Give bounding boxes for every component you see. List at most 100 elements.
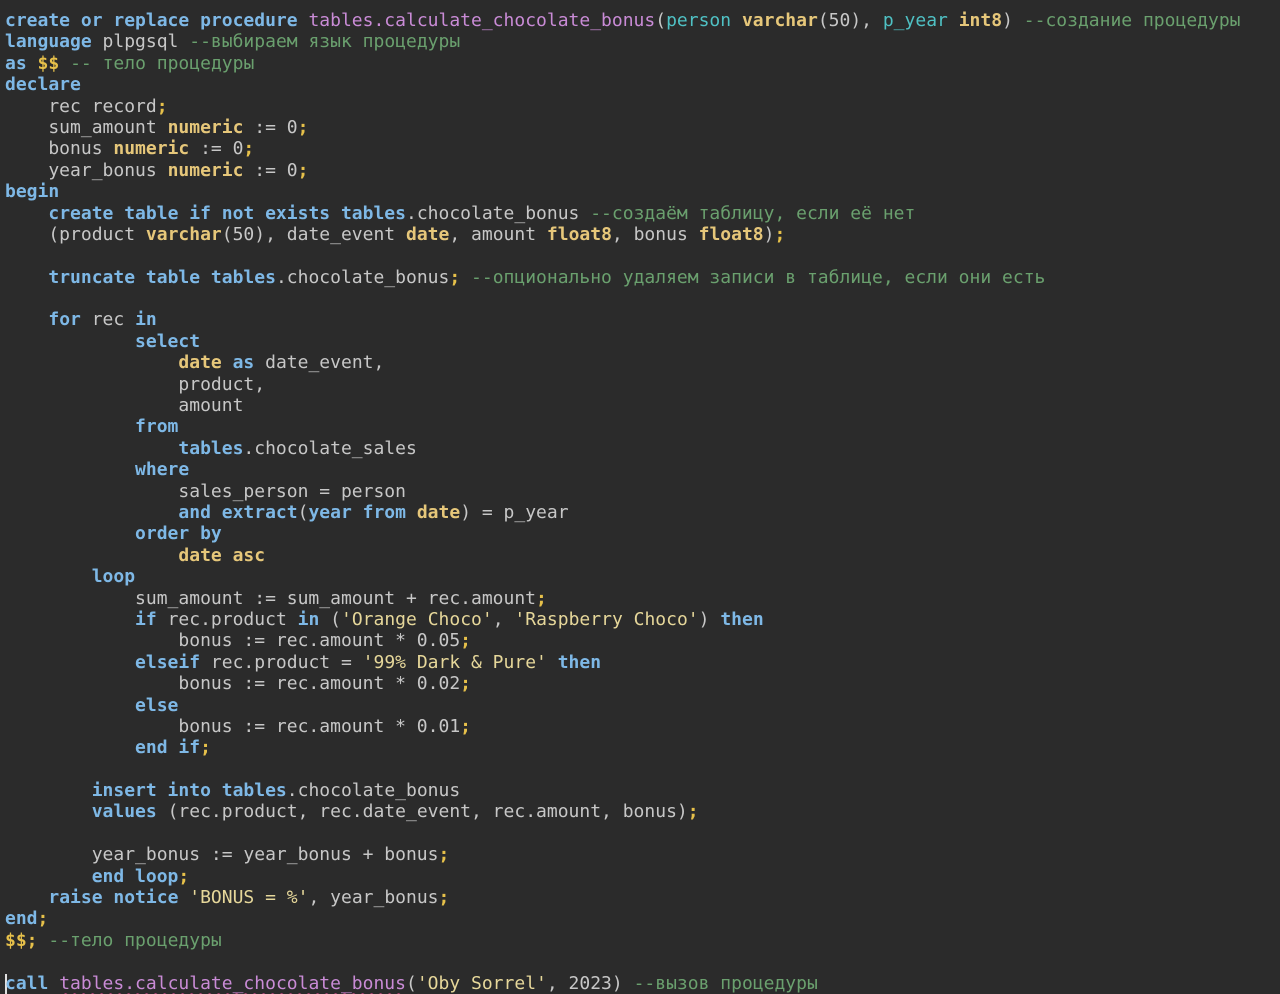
code-line[interactable]: and extract(year from date) = p_year <box>5 502 1280 523</box>
code-line[interactable]: bonus := rec.amount * 0.01; <box>5 716 1280 737</box>
code-line[interactable]: from <box>5 416 1280 437</box>
code-token: date_event, <box>254 352 385 374</box>
code-line[interactable]: where <box>5 459 1280 480</box>
code-line[interactable]: product, <box>5 374 1280 395</box>
code-line[interactable]: elseif rec.product = '99% Dark & Pure' t… <box>5 652 1280 673</box>
code-token: float8 <box>546 223 612 245</box>
code-line[interactable] <box>5 245 1280 266</box>
code-line[interactable]: as $$ -- тело процедуры <box>5 53 1280 74</box>
code-token: (product <box>5 223 146 245</box>
code-token: create table if not exists tables <box>48 202 406 224</box>
code-line[interactable]: create table if not exists tables.chocol… <box>5 203 1280 224</box>
code-line[interactable]: insert into tables.chocolate_bonus <box>5 780 1280 801</box>
code-token: ; <box>774 223 786 245</box>
code-token: rec.product = <box>200 651 363 673</box>
code-line[interactable]: values (rec.product, rec.date_event, rec… <box>5 801 1280 822</box>
code-line[interactable]: order by <box>5 523 1280 544</box>
code-token: .chocolate_bonus <box>405 202 591 224</box>
code-line[interactable]: (product varchar(50), date_event date, a… <box>5 224 1280 245</box>
code-line[interactable]: create or replace procedure tables.calcu… <box>5 10 1280 31</box>
code-token: end if <box>135 737 201 759</box>
code-line[interactable]: year_bonus numeric := 0; <box>5 160 1280 181</box>
code-line[interactable]: declare <box>5 74 1280 95</box>
code-token: 'Orange Choco' <box>341 608 493 630</box>
code-token: in <box>135 309 157 331</box>
code-line[interactable]: amount <box>5 395 1280 416</box>
code-line[interactable]: call tables.calculate_chocolate_bonus('O… <box>5 973 1280 994</box>
code-token: (50), date_event <box>221 223 406 245</box>
code-line[interactable]: $$; --тело процедуры <box>5 930 1280 951</box>
code-token: := 0 <box>243 159 298 181</box>
code-token: := 0 <box>189 138 244 160</box>
code-line[interactable] <box>5 951 1280 972</box>
code-line[interactable]: date as date_event, <box>5 352 1280 373</box>
code-token: truncate table tables <box>48 266 276 288</box>
code-token: .chocolate_sales <box>243 437 417 459</box>
code-line[interactable]: rec record; <box>5 96 1280 117</box>
code-token: ; <box>438 844 450 866</box>
code-editor[interactable]: create or replace procedure tables.calcu… <box>0 0 1280 994</box>
code-line[interactable]: sum_amount := sum_amount + rec.amount; <box>5 588 1280 609</box>
code-line[interactable]: date asc <box>5 545 1280 566</box>
code-token: and extract <box>178 501 298 523</box>
code-token: numeric <box>167 116 244 138</box>
code-token: ; <box>297 116 309 138</box>
code-line[interactable] <box>5 759 1280 780</box>
code-line[interactable]: begin <box>5 181 1280 202</box>
code-line[interactable]: truncate table tables.chocolate_bonus; -… <box>5 267 1280 288</box>
code-token: tables.calculate_chocolate_bonus <box>308 10 656 31</box>
code-token: .chocolate_bonus <box>275 266 450 288</box>
code-line[interactable]: end; <box>5 908 1280 929</box>
code-token: --тело процедуры <box>48 929 222 951</box>
code-line[interactable]: sales_person = person <box>5 481 1280 502</box>
code-token: rec.product <box>156 608 298 630</box>
code-token: declare <box>5 74 81 96</box>
code-token: amount <box>5 395 244 417</box>
code-line[interactable]: bonus := rec.amount * 0.02; <box>5 673 1280 694</box>
code-token: loop <box>91 566 136 588</box>
code-token: ; <box>460 715 471 737</box>
code-line[interactable] <box>5 823 1280 844</box>
code-token: '99% Dark & Pure' <box>362 651 547 673</box>
code-token: from <box>135 416 179 438</box>
code-token: values <box>91 801 157 823</box>
code-token: begin <box>5 181 60 203</box>
code-token: year_bonus := year_bonus + bonus <box>5 844 439 866</box>
code-line[interactable]: language plpgsql --выбираем язык процеду… <box>5 31 1280 52</box>
code-line[interactable]: raise notice 'BONUS = %', year_bonus; <box>5 887 1280 908</box>
code-line[interactable]: loop <box>5 566 1280 587</box>
code-line[interactable]: sum_amount numeric := 0; <box>5 117 1280 138</box>
code-token: tables <box>178 437 244 459</box>
code-token: , amount <box>449 223 547 245</box>
code-token: order by <box>135 523 222 545</box>
code-token: product, <box>5 373 266 395</box>
code-token: bonus <box>5 138 114 160</box>
code-line[interactable]: tables.chocolate_sales <box>5 438 1280 459</box>
code-line[interactable]: else <box>5 695 1280 716</box>
code-line[interactable] <box>5 288 1280 309</box>
code-line[interactable]: for rec in <box>5 309 1280 330</box>
code-token: call <box>5 972 49 994</box>
code-line[interactable]: select <box>5 331 1280 352</box>
code-line[interactable]: if rec.product in ('Orange Choco', 'Rasp… <box>5 609 1280 630</box>
code-line[interactable]: bonus numeric := 0; <box>5 138 1280 159</box>
code-token: ; <box>178 865 190 887</box>
code-line[interactable]: year_bonus := year_bonus + bonus; <box>5 844 1280 865</box>
code-token: varchar <box>145 223 222 245</box>
code-token: --создаём таблицу, если её нет <box>590 202 916 224</box>
code-line[interactable]: end if; <box>5 737 1280 758</box>
code-token: ; <box>536 587 547 609</box>
code-line[interactable]: bonus := rec.amount * 0.05; <box>5 630 1280 651</box>
code-line[interactable]: end loop; <box>5 866 1280 887</box>
code-token: date <box>178 352 222 374</box>
code-token: rec <box>80 309 136 331</box>
